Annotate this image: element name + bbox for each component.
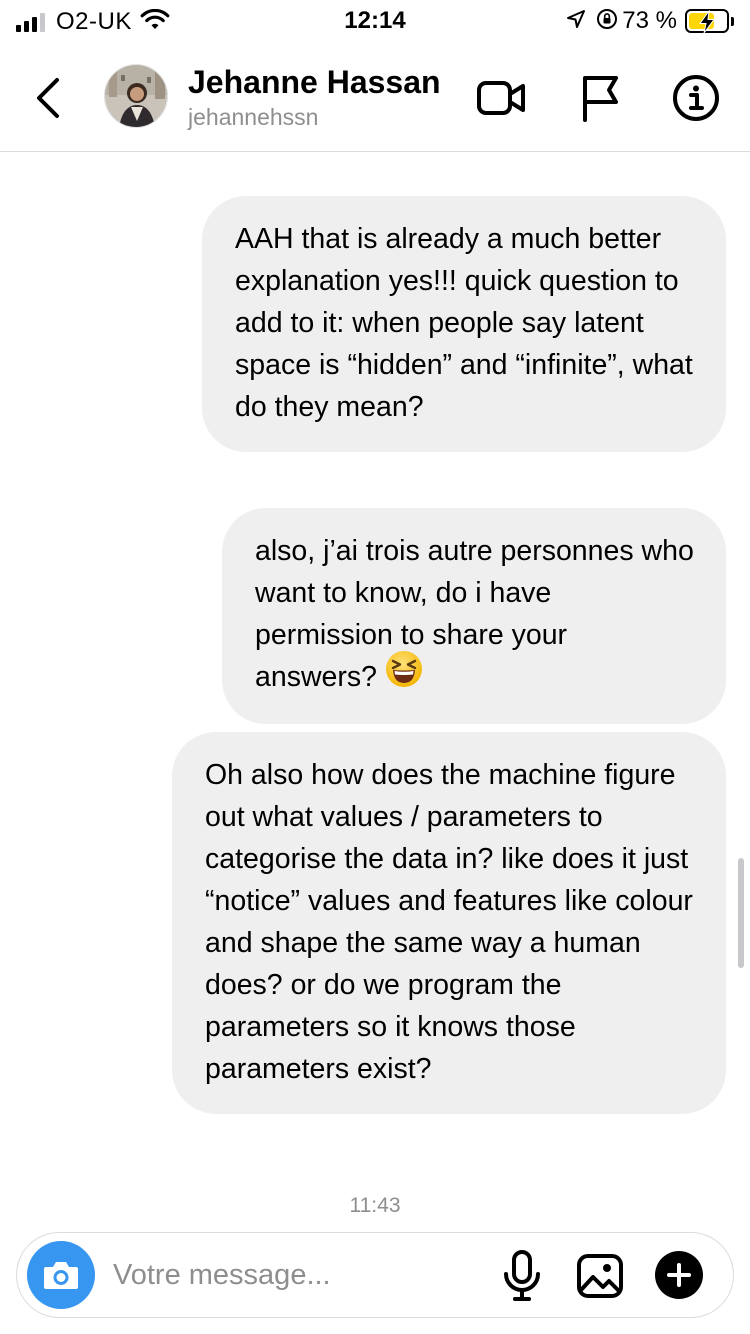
- message-text: also, j’ai trois autre personnes who wan…: [255, 535, 694, 693]
- info-icon: [673, 75, 719, 121]
- video-call-icon: [477, 81, 525, 115]
- more-options-button[interactable]: [655, 1251, 703, 1299]
- conversation-info-button[interactable]: [670, 72, 722, 124]
- message-text: Oh also how does the machine figure out …: [205, 759, 693, 1085]
- message-bubble-outgoing[interactable]: also, j’ai trois autre personnes who wan…: [222, 508, 726, 725]
- message-timestamp: 11:43: [349, 1194, 401, 1217]
- battery-cap: [731, 16, 734, 26]
- contact-name: Jehanne Hassan: [188, 64, 441, 100]
- status-bar: O2-UK 12:14 73 %: [0, 0, 750, 44]
- contact-title-block[interactable]: Jehanne Hassan jehannehssn: [188, 62, 441, 132]
- message-composer: [16, 1232, 734, 1318]
- status-bar-right: 73 %: [566, 7, 734, 35]
- battery-charging-icon: [685, 9, 729, 34]
- message-bubble-outgoing[interactable]: Oh also how does the machine figure out …: [172, 732, 726, 1114]
- grinning-squinting-face-icon: [385, 650, 423, 700]
- dm-conversation-screen: O2-UK 12:14 73 % Jehanne Hassan jehanneh…: [0, 0, 750, 1334]
- message-bubble-outgoing[interactable]: AAH that is already a much better explan…: [202, 196, 726, 452]
- back-chevron-icon: [37, 78, 59, 118]
- contact-username: jehannehssn: [188, 104, 319, 130]
- battery-percentage: 73 %: [622, 7, 677, 34]
- camera-button[interactable]: [27, 1241, 95, 1309]
- microphone-icon: [504, 1250, 540, 1301]
- location-arrow-icon: [566, 9, 586, 34]
- plus-icon: [667, 1263, 691, 1287]
- back-button[interactable]: [26, 70, 70, 126]
- gallery-button[interactable]: [573, 1249, 627, 1303]
- camera-icon: [44, 1262, 78, 1289]
- flag-icon: [583, 76, 618, 122]
- message-input[interactable]: [113, 1253, 483, 1297]
- conversation-header: Jehanne Hassan jehannehssn: [0, 44, 750, 152]
- report-flag-button[interactable]: [574, 72, 626, 124]
- scroll-indicator[interactable]: [738, 858, 744, 968]
- orientation-lock-icon: [596, 8, 618, 35]
- message-text: AAH that is already a much better explan…: [235, 223, 693, 423]
- voice-message-button[interactable]: [495, 1249, 549, 1303]
- video-call-button[interactable]: [476, 72, 528, 124]
- avatar[interactable]: [104, 64, 168, 128]
- image-icon: [577, 1254, 623, 1298]
